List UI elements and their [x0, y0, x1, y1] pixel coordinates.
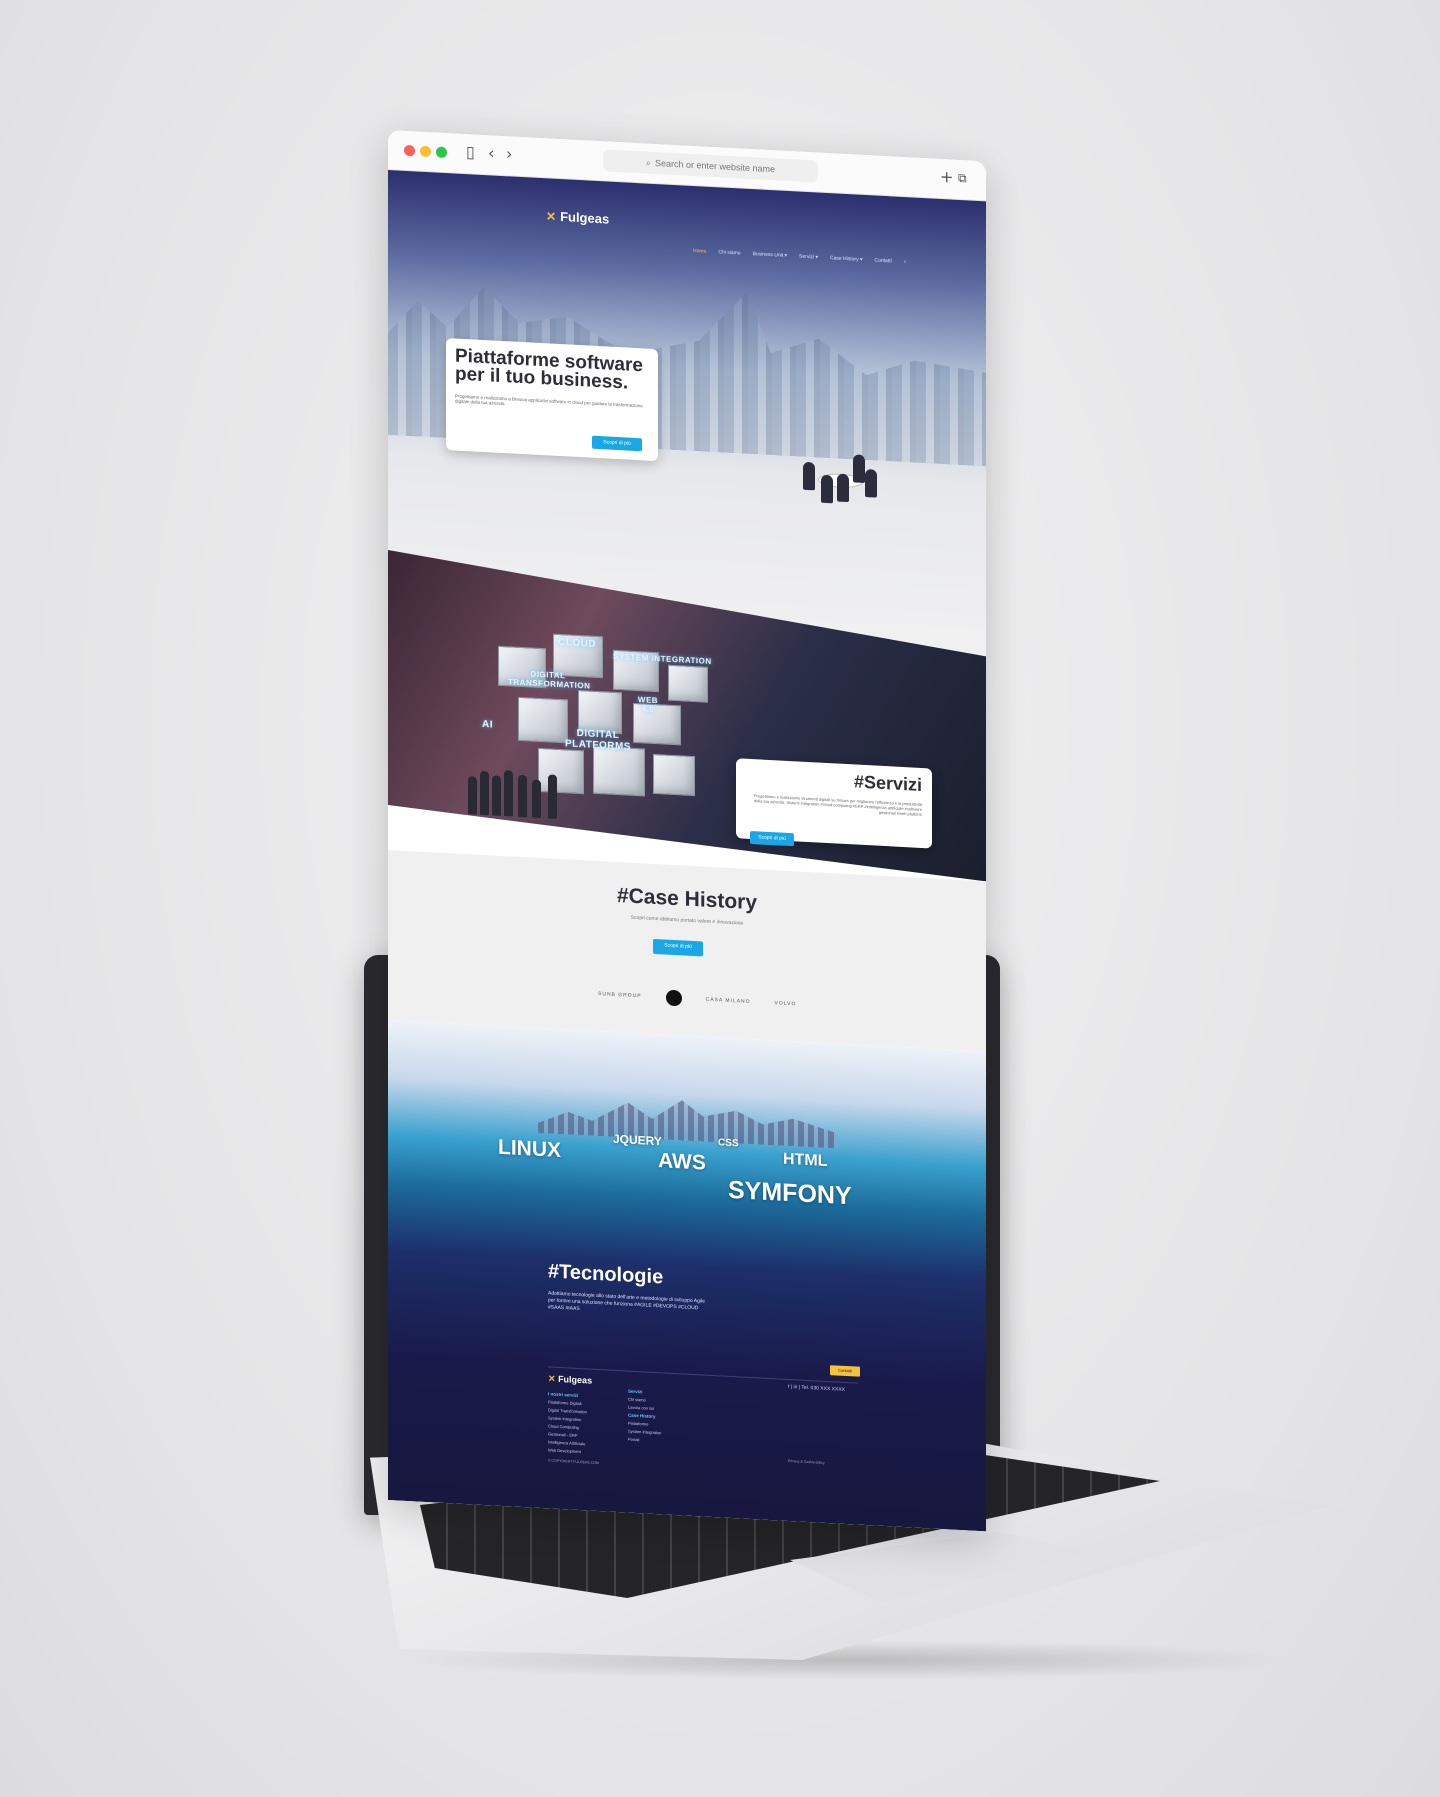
- footer-column-services: I nostri servizi Piattaforme Digitali Di…: [548, 1390, 587, 1456]
- services-cta-button[interactable]: Scopri di più: [750, 831, 794, 846]
- client-logo-round-badge: [665, 989, 682, 1007]
- website-page: ✕ Fulgeas Home Chi siamo Business Unit ▾…: [388, 170, 986, 1532]
- hero-card: Piattaforme software per il tuo business…: [446, 338, 658, 462]
- linkedin-icon[interactable]: in: [793, 1384, 797, 1390]
- fulgeas-logo-icon: ✕: [546, 208, 557, 224]
- footer-col3-title: Case History: [628, 1412, 656, 1420]
- footer-link[interactable]: System Integration: [628, 1429, 661, 1436]
- footer-divider: [548, 1366, 858, 1384]
- search-icon[interactable]: ⌕: [904, 259, 907, 265]
- back-icon[interactable]: ‹: [488, 143, 494, 162]
- address-bar[interactable]: ⌕ Search or enter website name: [603, 149, 818, 183]
- fulgeas-logo-icon: ✕: [548, 1373, 556, 1384]
- hero-cta-button[interactable]: Scopri di più: [592, 435, 642, 452]
- services-card: #Servizi Progettiamo e realizziamo strum…: [736, 758, 932, 848]
- footer-link[interactable]: Piattaforme: [628, 1421, 648, 1427]
- footer-link[interactable]: Portali: [628, 1437, 639, 1443]
- footer-link[interactable]: Lavora con noi: [628, 1405, 654, 1411]
- sidebar-icon[interactable]: ▯: [466, 142, 475, 161]
- hero-text: Progettiamo e realizziamo a Brescia appl…: [455, 393, 643, 409]
- footer-link[interactable]: Gestionali - ERP: [548, 1431, 578, 1438]
- tech-skyline-image: [538, 1083, 838, 1149]
- footer-link[interactable]: Cloud Computing: [548, 1423, 579, 1430]
- site-logo[interactable]: ✕ Fulgeas: [546, 208, 610, 227]
- tag-digital-platforms: DIGITAL PLATFORMS: [565, 727, 631, 753]
- new-tab-icon[interactable]: +: [940, 167, 953, 187]
- minimize-window-button[interactable]: [420, 145, 431, 158]
- tag-ai: AI: [482, 718, 493, 731]
- facebook-icon[interactable]: f: [788, 1384, 789, 1390]
- footer-contact-button[interactable]: Contatti: [830, 1365, 860, 1377]
- footer-copyright: © COPYRIGHT FULGEAS.COM: [548, 1458, 599, 1466]
- footer-col2-title: Servizi: [628, 1388, 643, 1395]
- zoom-window-button[interactable]: [436, 146, 447, 159]
- tech-word-symfony: SYMFONY: [728, 1175, 852, 1211]
- technologies-title: #Tecnologie: [548, 1260, 664, 1289]
- site-brand: Fulgeas: [560, 209, 610, 227]
- tech-word-jquery: JQUERY: [613, 1131, 662, 1149]
- footer-social: f | in | Tel. 030 XXX XXXX: [788, 1383, 846, 1393]
- tech-word-html: HTML: [783, 1150, 828, 1171]
- footer-phone: Tel. 030 XXX XXXX: [801, 1384, 846, 1393]
- close-window-button[interactable]: [404, 144, 415, 157]
- footer-privacy-link[interactable]: Privacy & Cookie policy: [788, 1459, 825, 1465]
- tech-word-css: CSS: [718, 1137, 739, 1150]
- tag-cloud: CLOUD: [558, 636, 597, 650]
- forward-icon[interactable]: ›: [506, 144, 512, 163]
- client-logos: SUNB GROUP CASA MILANO VOLVO: [598, 986, 796, 1012]
- nav-item-business-unit[interactable]: Business Unit ▾: [753, 251, 787, 259]
- browser-window: ▯ ‹ › ⌕ Search or enter website name + ⧉…: [388, 130, 986, 1532]
- nav-item-contatti[interactable]: Contatti: [874, 257, 891, 264]
- meeting-people-image: [793, 441, 888, 516]
- tech-word-aws: AWS: [658, 1149, 706, 1175]
- address-placeholder: Search or enter website name: [654, 157, 776, 175]
- client-logo-sunb: SUNB GROUP: [598, 991, 642, 1000]
- main-nav: Home Chi siamo Business Unit ▾ Servizi ▾…: [693, 248, 907, 265]
- client-logo-volvo: VOLVO: [774, 1000, 797, 1008]
- product-mockup-scene: ▯ ‹ › ⌕ Search or enter website name + ⧉…: [0, 0, 1440, 1797]
- case-history-cta-button[interactable]: Scopri di più: [653, 938, 703, 957]
- footer-link[interactable]: Digital Transformation: [548, 1407, 587, 1414]
- footer-link[interactable]: Chi siamo: [628, 1397, 646, 1403]
- technologies-text: Adottiamo tecnologie allo stato dell'art…: [548, 1290, 705, 1313]
- footer-brand: Fulgeas: [558, 1373, 593, 1386]
- footer-column-company: Servizi Chi siamo Lavora con noi Case Hi…: [628, 1388, 661, 1446]
- nav-item-case-history[interactable]: Case History ▾: [830, 255, 863, 263]
- footer-logo[interactable]: ✕ Fulgeas: [548, 1373, 592, 1386]
- hero-title: Piattaforme software per il tuo business…: [455, 345, 643, 394]
- footer-link[interactable]: Intelligenza Artificiale: [548, 1439, 585, 1446]
- services-text: Progettiamo e realizziamo strumenti digi…: [753, 793, 922, 817]
- tabs-overview-icon[interactable]: ⧉: [958, 171, 967, 186]
- footer-link[interactable]: System Integration: [548, 1415, 581, 1422]
- services-title: #Servizi: [853, 771, 922, 795]
- search-icon: ⌕: [645, 157, 651, 168]
- tag-digital-transformation: DIGITAL TRANSFORMATION: [508, 669, 591, 691]
- client-logo-casa-milano: CASA MILANO: [705, 996, 751, 1005]
- tech-word-linux: LINUX: [498, 1135, 561, 1163]
- case-history-section: #Case History Scopri come abbiamo portat…: [388, 850, 986, 1052]
- footer-col1-title: I nostri servizi: [548, 1391, 579, 1398]
- footer-link[interactable]: Web Development: [548, 1447, 581, 1454]
- team-people-image: [468, 744, 568, 819]
- tag-web: WEB 4.0: [637, 695, 659, 714]
- technologies-section: LINUX JQUERY AWS CSS HTML SYMFONY #Tecno…: [388, 1020, 986, 1532]
- nav-item-servizi[interactable]: Servizi ▾: [799, 254, 818, 261]
- nav-item-home[interactable]: Home: [693, 248, 706, 255]
- footer-link[interactable]: Piattaforme Digitali: [548, 1399, 582, 1406]
- nav-item-chi-siamo[interactable]: Chi siamo: [718, 249, 740, 256]
